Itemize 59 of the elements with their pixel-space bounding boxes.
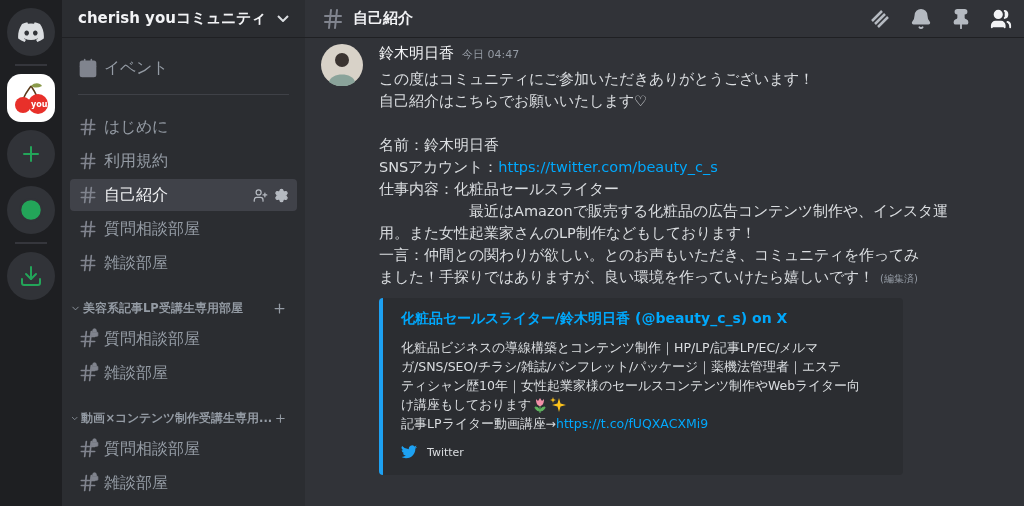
bell-icon[interactable] <box>910 7 932 30</box>
home-button[interactable] <box>7 8 55 56</box>
hash-icon <box>78 151 98 171</box>
server-button[interactable]: you <box>7 74 55 122</box>
logo-text: you <box>31 100 48 109</box>
locked-hash-icon <box>78 363 98 383</box>
link[interactable]: https://t.co/fUQXACXMi9 <box>556 414 709 433</box>
message-text: 一言：仲間との関わりが欲しい。とのお声もいただき、コミュニティを作ってみ <box>379 246 919 265</box>
settings-icon[interactable] <box>274 187 289 203</box>
locked-hash-icon <box>78 329 98 349</box>
author-name: 鈴木明日香 <box>379 44 454 63</box>
channel-item[interactable]: 雑談部屋 <box>70 357 297 389</box>
controller-logo <box>18 22 44 42</box>
embed-description: 化粧品ビジネスの導線構築とコンテンツ制作｜HP/LP/記事LP/EC/メルマ ガ/SNS/SEO/チラシ/雑誌/パンフレット/パッケージ｜薬機法管理者｜エステ ティシャン歴10年｜女性起業家様のセールスコンテンツ制作やWebライター向 <box>401 339 862 395</box>
link[interactable]: https://twitter.com/beauty_c_s <box>498 156 718 178</box>
compass-button[interactable] <box>7 186 55 234</box>
channel-item[interactable]: 利用規約 <box>70 145 297 177</box>
channel-item[interactable]: 質問相談部屋 <box>70 213 297 245</box>
embed-title[interactable]: 化粧品セールスライター/鈴木明日香 (@beauty_c_s) on X <box>401 310 887 328</box>
download-icon <box>19 264 43 288</box>
channel-item[interactable]: 雑談部屋 <box>70 247 297 279</box>
add-server-button[interactable] <box>7 130 55 178</box>
message-text: 自己紹介はこちらでお願いいたします♡ <box>379 92 647 111</box>
channel-item[interactable]: 質問相談部屋 <box>70 433 297 465</box>
add-channel-icon[interactable] <box>272 300 287 316</box>
hash-icon <box>78 253 98 273</box>
add-member-icon[interactable] <box>253 187 268 203</box>
message-text: この度はコミュニティにご参加いただきありがとうございます！ <box>379 70 814 89</box>
events-item[interactable]: イベント <box>70 52 297 84</box>
members-icon[interactable] <box>990 7 1012 30</box>
hash-icon <box>78 185 98 205</box>
hash-icon <box>78 219 98 239</box>
message-text: 最近はAmazonで販売する化粧品の広告コンテンツ制作や、インスタ運 <box>468 202 948 221</box>
channel-item[interactable]: はじめに <box>70 111 297 143</box>
locked-hash-icon <box>78 439 98 459</box>
channel-item[interactable]: 自己紹介 <box>70 179 297 211</box>
message-text: 仕事内容：化粧品セールスライター <box>379 180 619 199</box>
avatar <box>321 44 363 86</box>
channel-item[interactable]: 雑談部屋 <box>70 467 297 499</box>
message-text: ました！手探りではありますが、良い環境を作っていけたら嬉しいです！ <box>379 268 874 287</box>
message-text: 用。また女性起業家さんのLP制作などもしております！ <box>379 224 756 243</box>
provider-name: Twitter <box>427 445 464 459</box>
download-button[interactable] <box>7 252 55 300</box>
embed-description: け講座もしております <box>401 396 531 414</box>
channel-item[interactable]: 質問相談部屋 <box>70 323 297 355</box>
edited-label: (編集済) <box>880 272 918 286</box>
chevron-down-icon <box>277 15 289 22</box>
channel-title: 自己紹介 <box>353 9 414 28</box>
hash-icon <box>321 6 345 31</box>
locked-hash-icon <box>78 473 98 493</box>
embed-description: 記事LPライター動画講座→ <box>401 415 556 433</box>
bird-icon <box>401 445 417 459</box>
message-text: 名前：鈴木明日香 <box>379 136 499 155</box>
message-text: SNSアカウント： <box>379 158 499 177</box>
timestamp: 今日 04:47 <box>462 47 520 62</box>
hash-icon <box>78 117 98 137</box>
category-header[interactable]: 美容系記事LP受講生専用部屋 <box>70 297 297 319</box>
category-header[interactable]: 動画×コンテンツ制作受講生専用... <box>70 407 297 429</box>
calendar-icon <box>78 58 98 78</box>
